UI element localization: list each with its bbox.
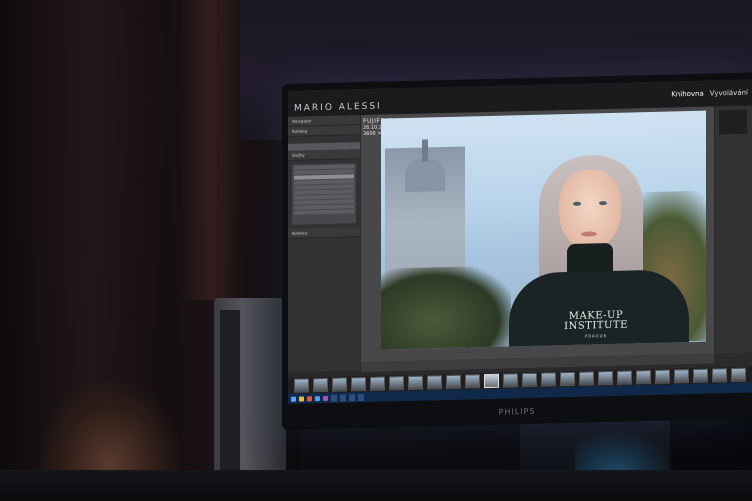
- filmstrip-thumbnail-selected[interactable]: [484, 373, 499, 389]
- monitor-screen: MARIO ALESSI Knihovna Vyvolávání Navigato…: [288, 79, 752, 404]
- left-panel: Navigator Katalog Složky Kolekce: [288, 115, 360, 372]
- module-library[interactable]: Knihovna: [671, 90, 704, 99]
- explorer-icon[interactable]: [299, 395, 304, 402]
- filmstrip-thumbnail[interactable]: [731, 367, 746, 383]
- desk-surface: [0, 470, 752, 501]
- identity-plate: MARIO ALESSI: [294, 101, 382, 114]
- main-photo[interactable]: MAKE-UP INSTITUTE PRAGUE: [381, 110, 706, 350]
- filmstrip-thumbnail[interactable]: [712, 368, 727, 383]
- taskbar-window-button[interactable]: [358, 393, 364, 401]
- filmstrip-thumbnail[interactable]: [408, 375, 423, 390]
- taskbar-window-button[interactable]: [349, 393, 355, 401]
- module-picker: Knihovna Vyvolávání: [665, 89, 748, 99]
- filmstrip-thumbnail[interactable]: [598, 370, 613, 386]
- module-develop[interactable]: Vyvolávání: [710, 89, 748, 98]
- filmstrip-thumbnail[interactable]: [560, 371, 575, 387]
- start-icon[interactable]: [291, 396, 296, 402]
- folder-list: [292, 163, 356, 225]
- filmstrip-thumbnail[interactable]: [541, 372, 556, 387]
- filmstrip-thumbnail[interactable]: [351, 376, 366, 392]
- photo-scene: MARIO ALESSI Knihovna Vyvolávání Navigato…: [0, 0, 752, 501]
- filmstrip-thumbnail[interactable]: [446, 374, 461, 389]
- trees-left: [381, 265, 511, 350]
- filmstrip-thumbnail[interactable]: [294, 378, 309, 393]
- filmstrip-thumbnail[interactable]: [465, 374, 480, 389]
- building-dome: [405, 157, 445, 192]
- app-icon[interactable]: [323, 395, 328, 401]
- histogram: [719, 109, 747, 135]
- filmstrip-thumbnail[interactable]: [503, 373, 518, 388]
- curtain-fold: [180, 0, 240, 300]
- filmstrip-thumbnail[interactable]: [427, 375, 442, 390]
- filmstrip-thumbnail[interactable]: [389, 376, 404, 391]
- filmstrip-thumbnail[interactable]: [313, 377, 328, 393]
- right-panel: [715, 105, 752, 354]
- taskbar-window-button[interactable]: [340, 393, 346, 402]
- shirt-logo-text: MAKE-UP INSTITUTE: [564, 309, 628, 333]
- loupe-view: FUJIFILM 26.10.2018 3600 × 5400 MAKE-UP …: [361, 106, 714, 363]
- filmstrip-thumbnail[interactable]: [674, 369, 689, 384]
- filmstrip-thumbnail[interactable]: [617, 370, 632, 385]
- filmstrip-thumbnail[interactable]: [332, 377, 347, 392]
- filmstrip-thumbnail[interactable]: [693, 368, 708, 383]
- browser-icon[interactable]: [307, 395, 312, 401]
- folder-row[interactable]: [294, 209, 354, 215]
- filmstrip-thumbnail[interactable]: [636, 369, 651, 385]
- filmstrip-thumbnail[interactable]: [655, 369, 670, 384]
- panel-collections[interactable]: Kolekce: [288, 227, 360, 239]
- monitor: MARIO ALESSI Knihovna Vyvolávání Navigato…: [282, 72, 752, 430]
- app-icon[interactable]: [315, 395, 320, 401]
- monitor-brand: PHILIPS: [498, 406, 536, 417]
- filmstrip-thumbnail[interactable]: [579, 371, 594, 386]
- taskbar-window-button[interactable]: [331, 394, 337, 402]
- model-face: [559, 168, 621, 251]
- panel-folders[interactable]: Složky: [288, 149, 360, 161]
- filmstrip-thumbnail[interactable]: [370, 376, 385, 391]
- filmstrip-thumbnail[interactable]: [522, 372, 537, 388]
- pc-tower-front: [220, 310, 240, 490]
- building-spire: [422, 139, 428, 162]
